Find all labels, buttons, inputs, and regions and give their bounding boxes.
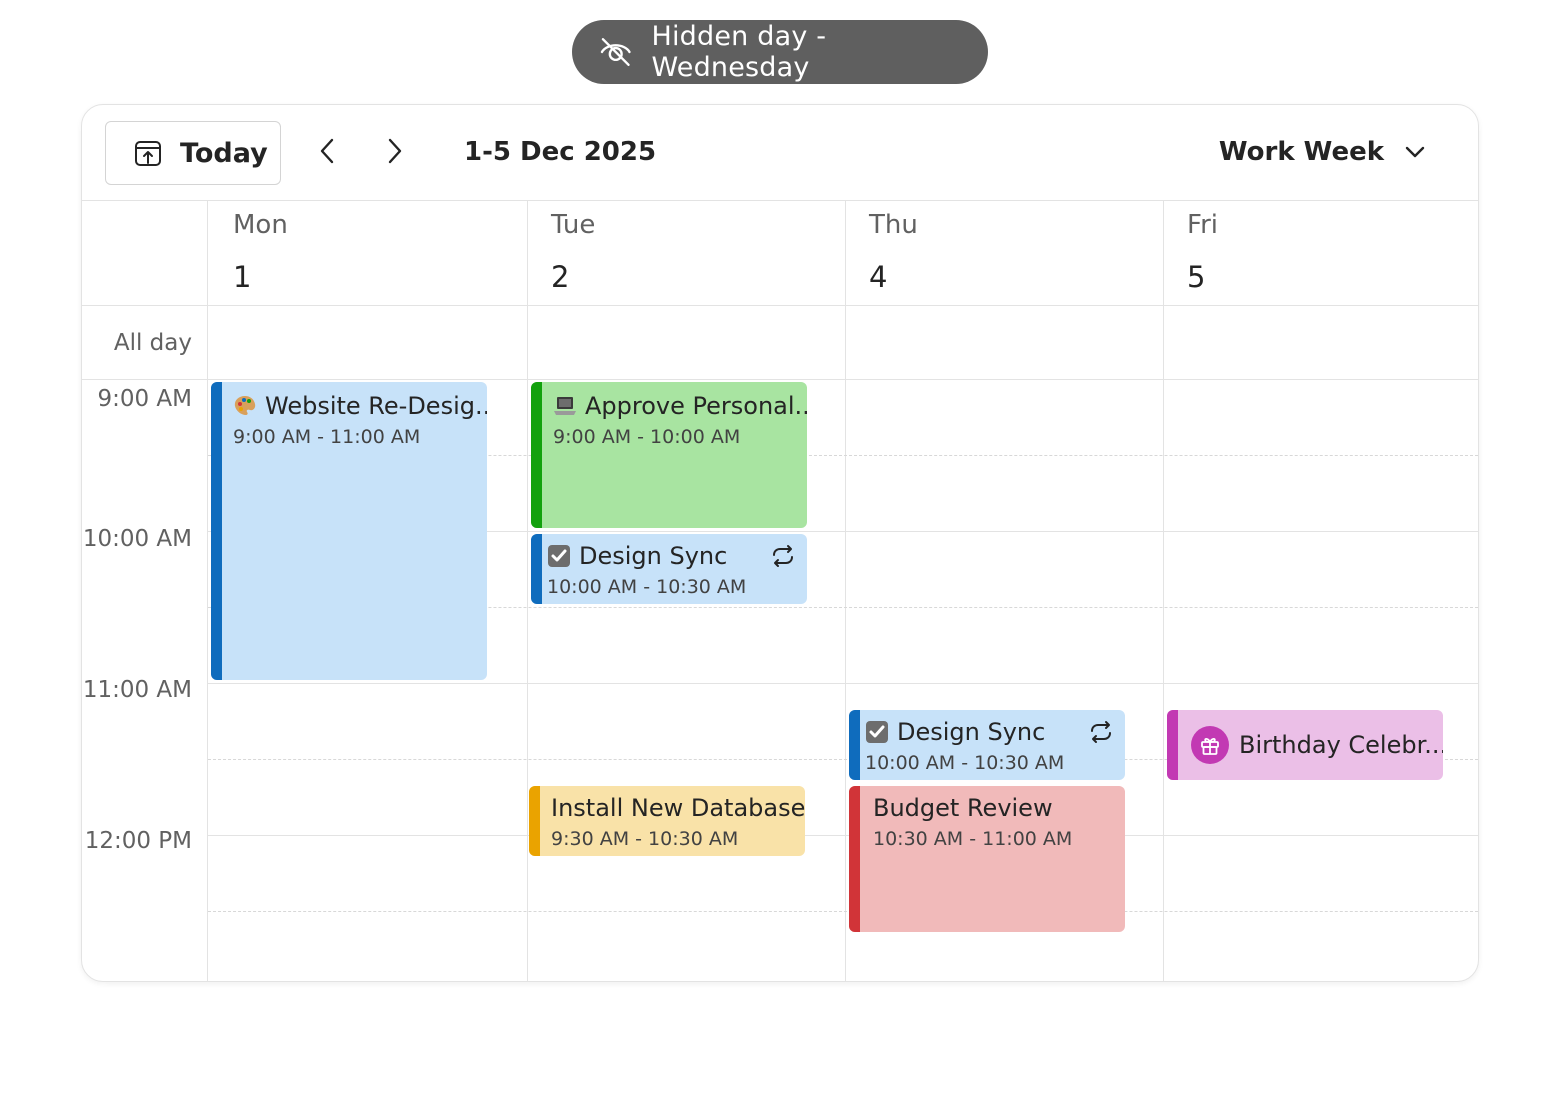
calendar-card: Today 1-5 Dec 2025 Work Week Mon 1 Tue 2… (81, 104, 1479, 982)
event-title: Design Sync (897, 718, 1046, 746)
chevron-down-icon (1405, 146, 1425, 158)
gift-icon (1201, 737, 1219, 755)
event-time: 10:00 AM - 10:30 AM (547, 576, 747, 598)
event-accent-bar (849, 786, 860, 932)
checkbox-icon (866, 721, 888, 743)
calendar-grid: Mon 1 Tue 2 Thu 4 Fri 5 All day 9:00 AM … (82, 200, 1478, 981)
event-accent-bar (849, 710, 860, 780)
view-selector[interactable]: Work Week (1219, 137, 1426, 167)
event-title: Website Re-Desig... (265, 392, 487, 420)
hour-line (208, 835, 1478, 836)
next-week-button[interactable] (376, 133, 412, 169)
day-date-fri[interactable]: 5 (1187, 260, 1205, 294)
chevron-right-icon (388, 138, 402, 164)
recurring-icon (773, 545, 793, 567)
event-title-row: Birthday Celebr... (1191, 726, 1443, 764)
today-label: Today (180, 137, 268, 169)
event-accent-bar (529, 786, 540, 856)
header-divider (82, 305, 1478, 306)
day-name-mon: Mon (233, 210, 288, 240)
column-divider (207, 200, 208, 981)
event-time: 9:30 AM - 10:30 AM (551, 828, 739, 850)
event-accent-bar (531, 382, 542, 528)
today-button[interactable]: Today (105, 121, 281, 185)
hidden-day-label: Hidden day - Wednesday (651, 21, 827, 83)
event-design-sync-tue[interactable]: Design Sync 10:00 AM - 10:30 AM (531, 534, 807, 604)
event-approve-personal[interactable]: Approve Personal... 9:00 AM - 10:00 AM (531, 382, 807, 528)
laptop-icon (554, 397, 576, 415)
event-title-row: Website Re-Desig... (233, 392, 487, 420)
date-range-label: 1-5 Dec 2025 (464, 137, 657, 167)
allday-divider (82, 379, 1478, 380)
hour-line (208, 683, 1478, 684)
event-website-redesign[interactable]: Website Re-Desig... 9:00 AM - 11:00 AM (211, 382, 487, 680)
event-accent-bar (1167, 710, 1178, 780)
event-time: 9:00 AM - 10:00 AM (553, 426, 741, 448)
event-install-database[interactable]: Install New Database 9:30 AM - 10:30 AM (529, 786, 805, 856)
event-title-row: Design Sync (547, 542, 807, 570)
view-label: Work Week (1218, 137, 1384, 167)
event-accent-bar (211, 382, 222, 680)
time-label: 12:00 PM (84, 828, 192, 854)
allday-label: All day (113, 330, 192, 356)
checkbox-icon (548, 545, 570, 567)
event-time: 9:00 AM - 11:00 AM (233, 426, 421, 448)
event-title-row: Budget Review (873, 794, 1125, 822)
day-date-thu[interactable]: 4 (869, 260, 887, 294)
event-title: Approve Personal... (585, 392, 807, 420)
day-date-mon[interactable]: 1 (233, 260, 251, 294)
event-title: Budget Review (873, 794, 1053, 822)
column-divider (527, 200, 528, 981)
eye-off-icon (600, 38, 631, 66)
calendar-toolbar: Today 1-5 Dec 2025 Work Week (82, 105, 1478, 201)
event-title-row: Install New Database (551, 794, 805, 822)
calendar-today-icon (135, 141, 161, 166)
half-hour-line (208, 911, 1478, 912)
event-design-sync-thu[interactable]: Design Sync 10:00 AM - 10:30 AM (849, 710, 1125, 780)
chevron-left-icon (320, 138, 334, 164)
event-time: 10:30 AM - 11:00 AM (873, 828, 1073, 850)
event-birthday[interactable]: Birthday Celebr... (1167, 710, 1443, 780)
day-name-tue: Tue (551, 210, 596, 240)
column-divider (845, 200, 846, 981)
event-title-row: Design Sync (865, 718, 1125, 746)
column-divider (1163, 200, 1164, 981)
event-accent-bar (531, 534, 542, 604)
hidden-day-banner: Hidden day - Wednesday (572, 20, 988, 84)
event-budget-review[interactable]: Budget Review 10:30 AM - 11:00 AM (849, 786, 1125, 932)
event-time: 10:00 AM - 10:30 AM (865, 752, 1065, 774)
event-title: Design Sync (579, 542, 728, 570)
previous-week-button[interactable] (310, 133, 346, 169)
event-title: Install New Database (551, 794, 805, 822)
time-label: 11:00 AM (82, 677, 192, 703)
gift-badge (1191, 726, 1229, 764)
time-label: 9:00 AM (97, 386, 192, 412)
day-name-fri: Fri (1187, 210, 1218, 240)
day-date-tue[interactable]: 2 (551, 260, 569, 294)
event-title-row: Approve Personal... (553, 392, 807, 420)
event-title: Birthday Celebr... (1239, 731, 1443, 759)
day-name-thu: Thu (869, 210, 918, 240)
time-label: 10:00 AM (82, 526, 192, 552)
palette-icon (234, 396, 256, 415)
recurring-icon (1091, 721, 1111, 743)
